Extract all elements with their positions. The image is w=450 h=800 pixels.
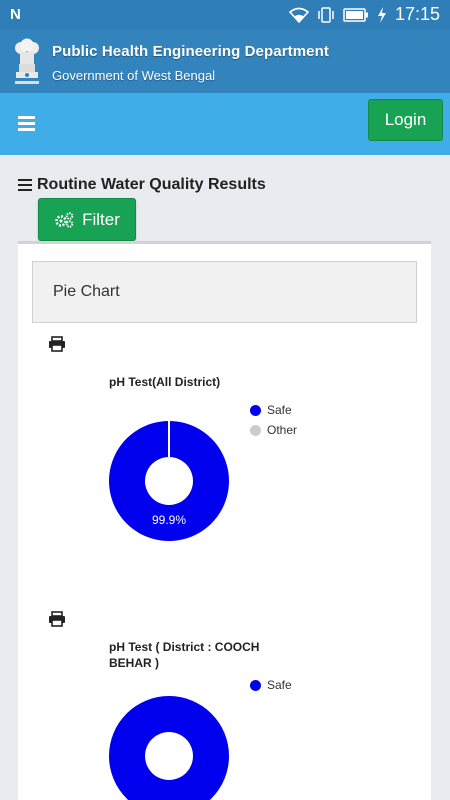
chart-2-title: pH Test ( District : COOCH BEHAR ): [109, 639, 259, 671]
legend-label-other: Other: [267, 423, 298, 437]
legend-item-safe[interactable]: Safe: [250, 400, 297, 420]
login-button[interactable]: Login: [368, 99, 443, 141]
cogs-icon: [55, 211, 74, 228]
print-icon[interactable]: [48, 336, 66, 352]
navbar: Login: [0, 93, 450, 155]
status-bar-right: 17:15: [288, 4, 440, 25]
filter-label: Filter: [82, 209, 120, 229]
chart-2-title-line1: pH Test ( District : COOCH: [109, 640, 260, 654]
hamburger-icon[interactable]: [18, 116, 35, 131]
legend-dot-safe: [250, 404, 261, 416]
department-subtitle: Government of West Bengal: [52, 68, 216, 83]
legend-item-safe[interactable]: Safe: [250, 675, 292, 695]
n-notification-icon: N: [10, 6, 21, 23]
charging-icon: [377, 6, 387, 23]
chart-1-data-label: 99.9%: [152, 513, 186, 527]
status-bar: N 17:15: [0, 0, 450, 30]
chart-1-legend: Safe Other: [250, 400, 297, 440]
battery-icon: [343, 7, 369, 22]
status-time: 17:15: [394, 4, 440, 24]
wifi-icon: [288, 7, 309, 23]
vibrate-icon: [317, 6, 335, 23]
legend-label-safe: Safe: [267, 403, 292, 417]
chart-2-title-line2: BEHAR ): [109, 656, 159, 670]
department-title: Public Health Engineering Department: [52, 43, 329, 60]
legend-label-safe: Safe: [267, 678, 292, 692]
chart-1-title: pH Test(All District): [109, 375, 221, 389]
department-header: Public Health Engineering Department Gov…: [0, 30, 450, 93]
page-title-text: Routine Water Quality Results: [37, 176, 266, 193]
state-emblem-icon: [15, 38, 39, 84]
chart-2-donut: [109, 696, 229, 800]
legend-dot-safe: [250, 679, 261, 691]
print-icon[interactable]: [48, 611, 66, 627]
filter-button[interactable]: Filter: [38, 198, 136, 241]
page-title: Routine Water Quality Results: [18, 176, 266, 194]
chart-2-legend: Safe: [250, 675, 292, 695]
results-card: Pie Chart pH Test(All District) Safe Oth…: [18, 241, 431, 800]
legend-dot-other: [250, 424, 261, 436]
bars-icon: [18, 179, 32, 191]
card-heading: Pie Chart: [32, 261, 417, 323]
chart-1-donut-hole: [145, 457, 193, 505]
chart-1-donut: 99.9%: [109, 421, 229, 541]
legend-item-other[interactable]: Other: [250, 420, 297, 440]
chart-2-donut-hole: [145, 732, 193, 780]
